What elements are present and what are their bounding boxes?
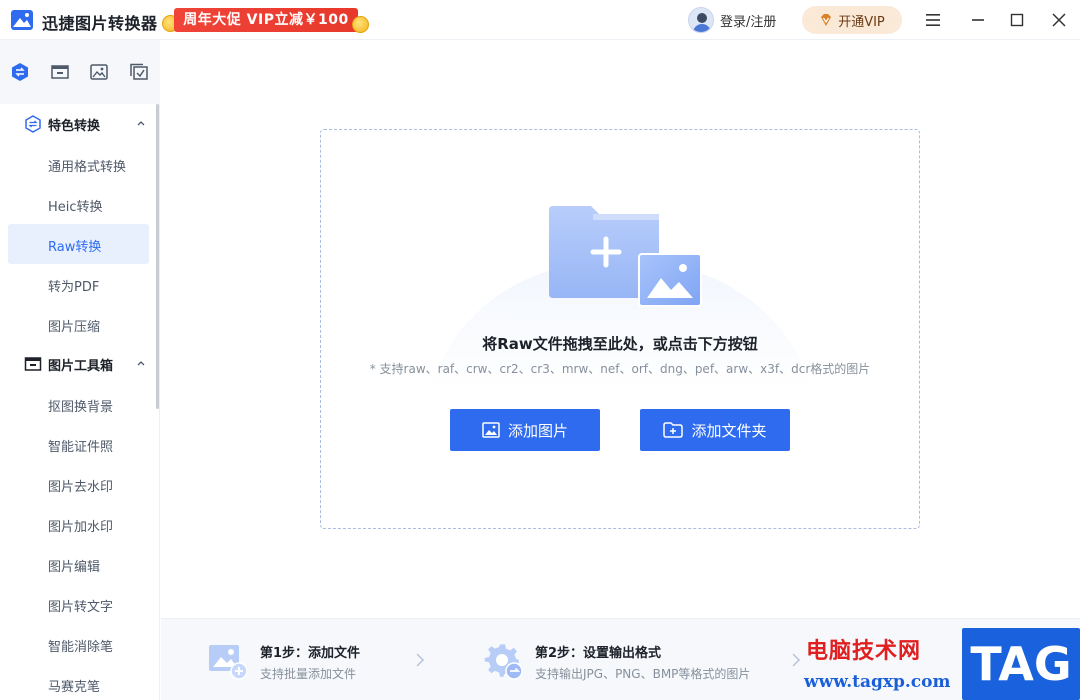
- sidebar-scrollbar[interactable]: [156, 104, 159, 409]
- sidebar-item-label: 通用格式转换: [48, 160, 127, 175]
- promo-banner[interactable]: 周年大促 VIP立减￥100: [162, 7, 370, 35]
- chevron-up-icon: [137, 121, 145, 126]
- step-2-desc: 支持输出JPG、PNG、BMP等格式的图片: [535, 667, 751, 681]
- sidebar-item-to-pdf[interactable]: 转为PDF: [8, 264, 149, 304]
- sidebar-item-raw[interactable]: Raw转换: [8, 224, 149, 264]
- add-folder-illustration-icon: [549, 206, 702, 307]
- add-image-button[interactable]: 添加图片: [450, 409, 600, 451]
- coin-icon: [352, 16, 369, 33]
- drop-title: 将Raw文件拖拽至此处，或点击下方按钮: [482, 335, 758, 353]
- convert-icon: [12, 63, 28, 81]
- login-label: 登录/注册: [720, 14, 777, 30]
- sidebar-item-add-watermark[interactable]: 图片加水印: [8, 504, 149, 544]
- section-featured-convert[interactable]: 特色转换: [0, 104, 156, 144]
- open-vip-button[interactable]: 开通VIP: [802, 6, 902, 34]
- sidebar-item-ocr[interactable]: 图片转文字: [8, 584, 149, 624]
- promo-text: 周年大促 VIP立减￥100: [174, 8, 358, 32]
- maximize-button[interactable]: [1005, 8, 1029, 32]
- minimize-icon: [972, 19, 984, 21]
- minimize-button[interactable]: [966, 8, 990, 32]
- maximize-icon: [1010, 13, 1024, 27]
- sidebar-item-label: 马赛克笔: [48, 680, 101, 695]
- sidebar-item-id-photo[interactable]: 智能证件照: [8, 424, 149, 464]
- tab-convert[interactable]: [9, 61, 31, 83]
- site-watermark: 电脑技术网 www.tagxp.com TAG: [800, 628, 1080, 700]
- batch-icon: [130, 63, 148, 80]
- settings-step-icon: [484, 644, 523, 680]
- vip-label: 开通VIP: [838, 14, 885, 30]
- section-image-toolbox[interactable]: 图片工具箱: [0, 344, 156, 384]
- sidebar-item-label: 图片加水印: [48, 520, 114, 535]
- step-2-title: 第2步：设置输出格式: [535, 646, 662, 661]
- sidebar-item-label: 智能消除笔: [48, 640, 114, 655]
- menu-button[interactable]: [921, 8, 945, 32]
- toolbox-icon: [24, 357, 42, 371]
- sidebar-item-eraser[interactable]: 智能消除笔: [8, 624, 149, 664]
- sidebar-item-label: 智能证件照: [48, 440, 114, 455]
- add-file-step-icon: [209, 645, 247, 680]
- drop-zone[interactable]: 将Raw文件拖拽至此处，或点击下方按钮 * 支持raw、raf、crw、cr2、…: [320, 129, 920, 529]
- add-image-label: 添加图片: [507, 421, 568, 440]
- sidebar-item-label: Heic转换: [48, 200, 103, 215]
- tab-toolbox[interactable]: [49, 61, 71, 83]
- section-label: 特色转换: [48, 119, 101, 134]
- vip-diamond-icon: [821, 14, 832, 26]
- section-label: 图片工具箱: [48, 359, 114, 374]
- sidebar-item-label: 图片编辑: [48, 560, 101, 575]
- convert-icon: [25, 115, 41, 133]
- sidebar-item-label: 图片去水印: [48, 480, 114, 495]
- close-button[interactable]: [1047, 8, 1071, 32]
- close-icon: [1052, 13, 1066, 27]
- add-folder-label: 添加文件夹: [691, 421, 767, 440]
- app-title: 迅捷图片转换器: [42, 14, 158, 33]
- tab-image[interactable]: [88, 61, 110, 83]
- avatar: [688, 7, 714, 33]
- tab-batch[interactable]: [128, 61, 150, 83]
- image-icon: [482, 422, 500, 438]
- folder-plus-icon: [663, 422, 684, 438]
- sidebar: 特色转换 通用格式转换 Heic转换 Raw转换 转为PDF 图片压缩 图片工具…: [0, 40, 160, 700]
- sidebar-item-label: Raw转换: [48, 240, 102, 255]
- sidebar-item-cutout[interactable]: 抠图换背景: [8, 384, 149, 424]
- sidebar-item-compress[interactable]: 图片压缩: [8, 304, 149, 344]
- chevron-up-icon: [137, 361, 145, 366]
- sidebar-item-label: 转为PDF: [48, 280, 100, 295]
- title-bar: 迅捷图片转换器 周年大促 VIP立减￥100 登录/注册 开通VIP: [0, 0, 1080, 40]
- add-folder-button[interactable]: 添加文件夹: [640, 409, 790, 451]
- sidebar-item-label: 抠图换背景: [48, 400, 114, 415]
- watermark-url: www.tagxp.com: [804, 672, 951, 692]
- sidebar-item-heic[interactable]: Heic转换: [8, 184, 149, 224]
- sidebar-item-remove-watermark[interactable]: 图片去水印: [8, 464, 149, 504]
- step-1-title: 第1步：添加文件: [260, 646, 361, 661]
- watermark-text: 电脑技术网: [806, 639, 922, 664]
- image-icon: [90, 64, 108, 80]
- supported-formats-hint: * 支持raw、raf、crw、cr2、cr3、mrw、nef、orf、dng、…: [369, 362, 871, 376]
- sidebar-icon-tabs: [0, 40, 160, 104]
- step-1-desc: 支持批量添加文件: [260, 667, 357, 681]
- app-logo-icon: [11, 10, 33, 30]
- sidebar-item-general-format[interactable]: 通用格式转换: [8, 144, 149, 184]
- sidebar-item-label: 图片转文字: [48, 600, 114, 615]
- login-button[interactable]: 登录/注册: [688, 6, 776, 34]
- sidebar-item-mosaic[interactable]: 马赛克笔: [8, 664, 149, 700]
- sidebar-item-edit[interactable]: 图片编辑: [8, 544, 149, 584]
- watermark-tag: TAG: [962, 628, 1080, 700]
- sidebar-item-label: 图片压缩: [48, 320, 101, 335]
- chevron-right-icon: [416, 653, 425, 667]
- hamburger-icon: [926, 14, 940, 26]
- toolbox-icon: [51, 65, 69, 79]
